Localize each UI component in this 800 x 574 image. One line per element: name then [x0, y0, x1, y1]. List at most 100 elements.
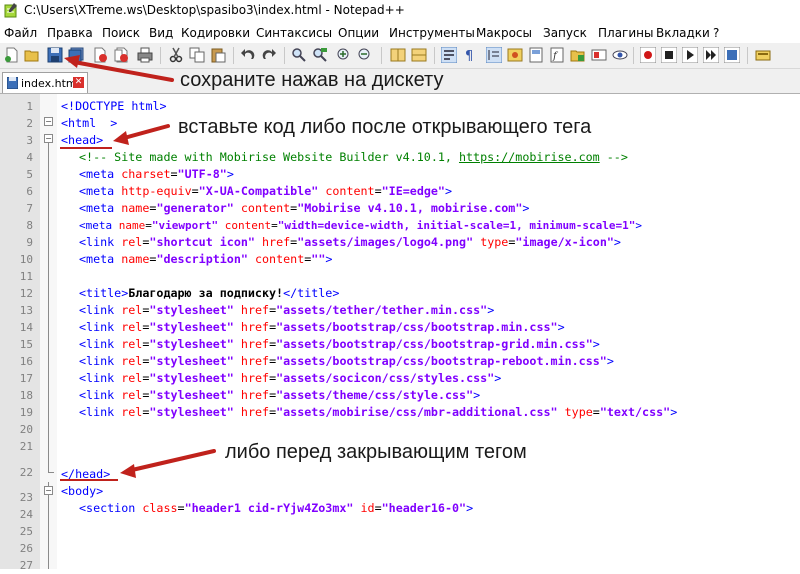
- play-macro-icon[interactable]: [682, 47, 698, 63]
- toolbar: ¶ f: [0, 43, 800, 69]
- close-all-icon[interactable]: [113, 47, 129, 63]
- svg-text:¶: ¶: [465, 49, 473, 63]
- menu-settings[interactable]: Опции: [338, 26, 379, 40]
- replace-icon[interactable]: [312, 47, 328, 63]
- comment-link[interactable]: https://mobirise.com: [459, 150, 600, 164]
- menu-window[interactable]: Вкладки: [656, 26, 710, 40]
- user-lang-icon[interactable]: [507, 47, 523, 63]
- copy-icon[interactable]: [189, 47, 205, 63]
- fold-line: [48, 143, 49, 473]
- code-line-8: <meta name="viewport" content="width=dev…: [79, 219, 642, 232]
- file-saved-icon: [7, 77, 18, 89]
- line-number: 2: [26, 117, 33, 130]
- line-number: 8: [26, 219, 33, 232]
- folder-workspace-icon[interactable]: [570, 47, 586, 63]
- line-number: 3: [26, 134, 33, 147]
- line-number: 11: [19, 270, 33, 283]
- line-number: 15: [19, 338, 33, 351]
- open-file-icon[interactable]: [24, 47, 40, 63]
- fold-toggle-icon[interactable]: −: [44, 117, 53, 126]
- code-line-13: <link rel="stylesheet" href="assets/teth…: [79, 303, 495, 317]
- zoom-out-icon[interactable]: [357, 47, 373, 63]
- notepad-plus-plus-icon: [4, 3, 17, 18]
- plugin-icon[interactable]: [755, 47, 771, 63]
- window-title: C:\Users\XTreme.ws\Desktop\spasibo3\inde…: [24, 3, 405, 17]
- sync-horizontal-icon[interactable]: [411, 47, 427, 63]
- save-all-icon[interactable]: [68, 47, 84, 63]
- line-number: 19: [19, 406, 33, 419]
- code-line-23: </head>: [61, 467, 111, 481]
- tab-index-html[interactable]: index.html ✕: [2, 72, 88, 93]
- line-number: 23: [19, 491, 33, 504]
- line-number: 20: [19, 423, 33, 436]
- find-icon[interactable]: [291, 47, 307, 63]
- code-line-15: <link rel="stylesheet" href="assets/boot…: [79, 337, 600, 351]
- zoom-in-icon[interactable]: [336, 47, 352, 63]
- code-line-9: <link rel="shortcut icon" href="assets/i…: [79, 235, 621, 249]
- save-floppy-icon[interactable]: [47, 47, 63, 63]
- annotation-after-head: вставьте код либо после открывающего тег…: [178, 116, 592, 138]
- menu-edit[interactable]: Правка: [47, 26, 93, 40]
- code-line-24: <body>: [61, 484, 104, 498]
- tab-label: index.html: [21, 77, 80, 90]
- doc-switcher-icon[interactable]: [591, 47, 607, 63]
- toolbar-separator: [633, 47, 634, 64]
- menu-plugins[interactable]: Плагины: [598, 26, 653, 40]
- line-number: 16: [19, 355, 33, 368]
- word-wrap-icon[interactable]: [441, 47, 457, 63]
- cut-icon[interactable]: [168, 47, 184, 63]
- code-line-14: <link rel="stylesheet" href="assets/boot…: [79, 320, 565, 334]
- fold-toggle-icon[interactable]: −: [44, 134, 53, 143]
- line-number: 4: [26, 151, 33, 164]
- monitoring-eye-icon[interactable]: [612, 47, 628, 63]
- redo-icon[interactable]: [261, 47, 277, 63]
- menu-tools[interactable]: Инструменты: [389, 26, 475, 40]
- toolbar-separator: [747, 47, 748, 64]
- code-line-10: <meta name="description" content="">: [79, 252, 333, 266]
- function-list-icon[interactable]: f: [549, 47, 565, 63]
- line-number: 9: [26, 236, 33, 249]
- doc-map-icon[interactable]: [528, 47, 544, 63]
- toolbar-separator: [160, 47, 161, 64]
- menu-view[interactable]: Вид: [149, 26, 173, 40]
- undo-icon[interactable]: [240, 47, 256, 63]
- fold-toggle-icon[interactable]: −: [44, 486, 53, 495]
- menu-help[interactable]: ?: [713, 26, 719, 40]
- save-macro-icon[interactable]: [724, 47, 740, 63]
- line-number: 25: [19, 525, 33, 538]
- annotation-before-close: либо перед закрывающим тегом: [225, 441, 527, 463]
- print-icon[interactable]: [137, 47, 153, 63]
- menu-bar: Файл Правка Поиск Вид Кодировки Синтакси…: [0, 22, 800, 43]
- paste-icon[interactable]: [210, 47, 226, 63]
- line-number-gutter: 1 2 3 4 5 6 7 8 9 10 11 12 13 14 15 16 1…: [0, 94, 40, 572]
- menu-syntax[interactable]: Синтаксисы: [256, 26, 332, 40]
- indent-guide-icon[interactable]: [486, 47, 502, 63]
- toolbar-separator: [284, 47, 285, 64]
- new-file-icon[interactable]: [4, 47, 20, 63]
- line-number: 27: [19, 559, 33, 572]
- stop-macro-icon[interactable]: [661, 47, 677, 63]
- run-macro-multiple-icon[interactable]: [703, 47, 719, 63]
- code-line-17: <link rel="stylesheet" href="assets/soci…: [79, 371, 502, 385]
- code-line-6: <meta http-equiv="X-UA-Compatible" conte…: [79, 184, 453, 198]
- line-number: 26: [19, 542, 33, 555]
- menu-macros[interactable]: Макросы: [476, 26, 532, 40]
- close-tab-icon[interactable]: ✕: [73, 77, 84, 88]
- menu-run[interactable]: Запуск: [543, 26, 587, 40]
- line-number: 13: [19, 304, 33, 317]
- show-all-chars-icon[interactable]: ¶: [462, 47, 478, 63]
- menu-encoding[interactable]: Кодировки: [181, 26, 250, 40]
- line-number: 7: [26, 202, 33, 215]
- code-line-18: <link rel="stylesheet" href="assets/them…: [79, 388, 481, 402]
- sync-vertical-icon[interactable]: [390, 47, 406, 63]
- menu-search[interactable]: Поиск: [102, 26, 140, 40]
- record-macro-icon[interactable]: [640, 47, 656, 63]
- close-file-icon[interactable]: [92, 47, 108, 63]
- line-number: 6: [26, 185, 33, 198]
- line-number: 24: [19, 508, 33, 521]
- code-line-25: <section class="header1 cid-rYjw4Zo3mx" …: [79, 501, 474, 515]
- line-number: 12: [19, 287, 33, 300]
- code-line-16: <link rel="stylesheet" href="assets/boot…: [79, 354, 614, 368]
- menu-file[interactable]: Файл: [4, 26, 37, 40]
- line-number: 10: [19, 253, 33, 266]
